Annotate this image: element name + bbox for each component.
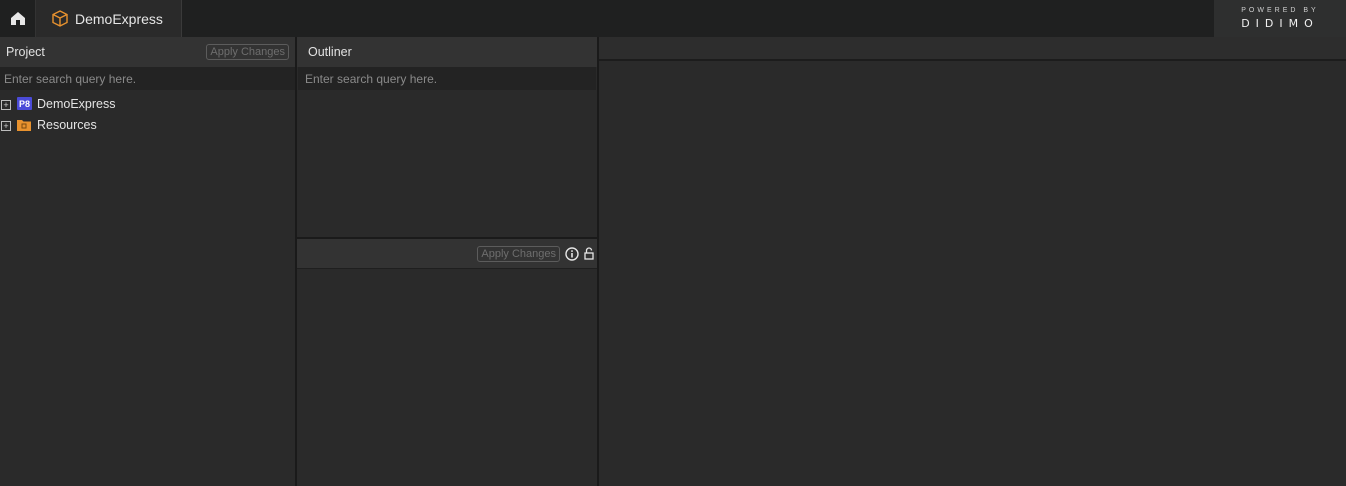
viewport-header	[599, 37, 1346, 61]
outliner-search-input[interactable]	[298, 67, 596, 90]
project-tab[interactable]: DemoExpress	[36, 0, 182, 37]
outliner-panel-header: Outliner	[297, 37, 597, 67]
inspector-panel: Apply Changes	[297, 239, 597, 486]
viewport-panel	[599, 37, 1346, 486]
folder-icon	[17, 119, 31, 131]
tree-item-label: DemoExpress	[37, 96, 116, 111]
project-panel-title: Project	[6, 45, 45, 59]
project-apply-changes-button[interactable]: Apply Changes	[206, 44, 289, 60]
expand-icon[interactable]: +	[1, 99, 11, 110]
info-icon[interactable]	[565, 246, 579, 261]
expand-icon[interactable]: +	[1, 120, 11, 131]
outliner-panel: Outliner	[297, 37, 597, 237]
home-button[interactable]	[0, 0, 36, 37]
cube-icon	[52, 10, 68, 27]
p8-project-icon: P8	[17, 97, 32, 110]
powered-by-text: POWERED BY	[1241, 7, 1319, 14]
project-panel-header: Project Apply Changes	[0, 37, 295, 67]
powered-by-logo: POWERED BY DIDIMO	[1214, 0, 1346, 37]
outliner-panel-title: Outliner	[308, 45, 352, 59]
project-tab-label: DemoExpress	[75, 10, 163, 27]
project-tree: + P8 DemoExpress + Resources	[0, 90, 295, 135]
tree-item-resources[interactable]: + Resources	[0, 114, 295, 135]
top-bar: DemoExpress POWERED BY DIDIMO	[0, 0, 1346, 37]
inspector-apply-changes-button[interactable]: Apply Changes	[477, 245, 560, 262]
tree-item-demoexpress[interactable]: + P8 DemoExpress	[0, 93, 295, 114]
home-icon	[10, 12, 25, 25]
unlock-icon[interactable]	[584, 247, 594, 260]
brand-logo: DIDIMO	[1241, 17, 1319, 30]
inspector-panel-header: Apply Changes	[297, 239, 597, 269]
project-search-input[interactable]	[0, 67, 295, 90]
tree-item-label: Resources	[37, 117, 97, 132]
project-panel: Project Apply Changes + P8 DemoExpress +…	[0, 37, 295, 486]
